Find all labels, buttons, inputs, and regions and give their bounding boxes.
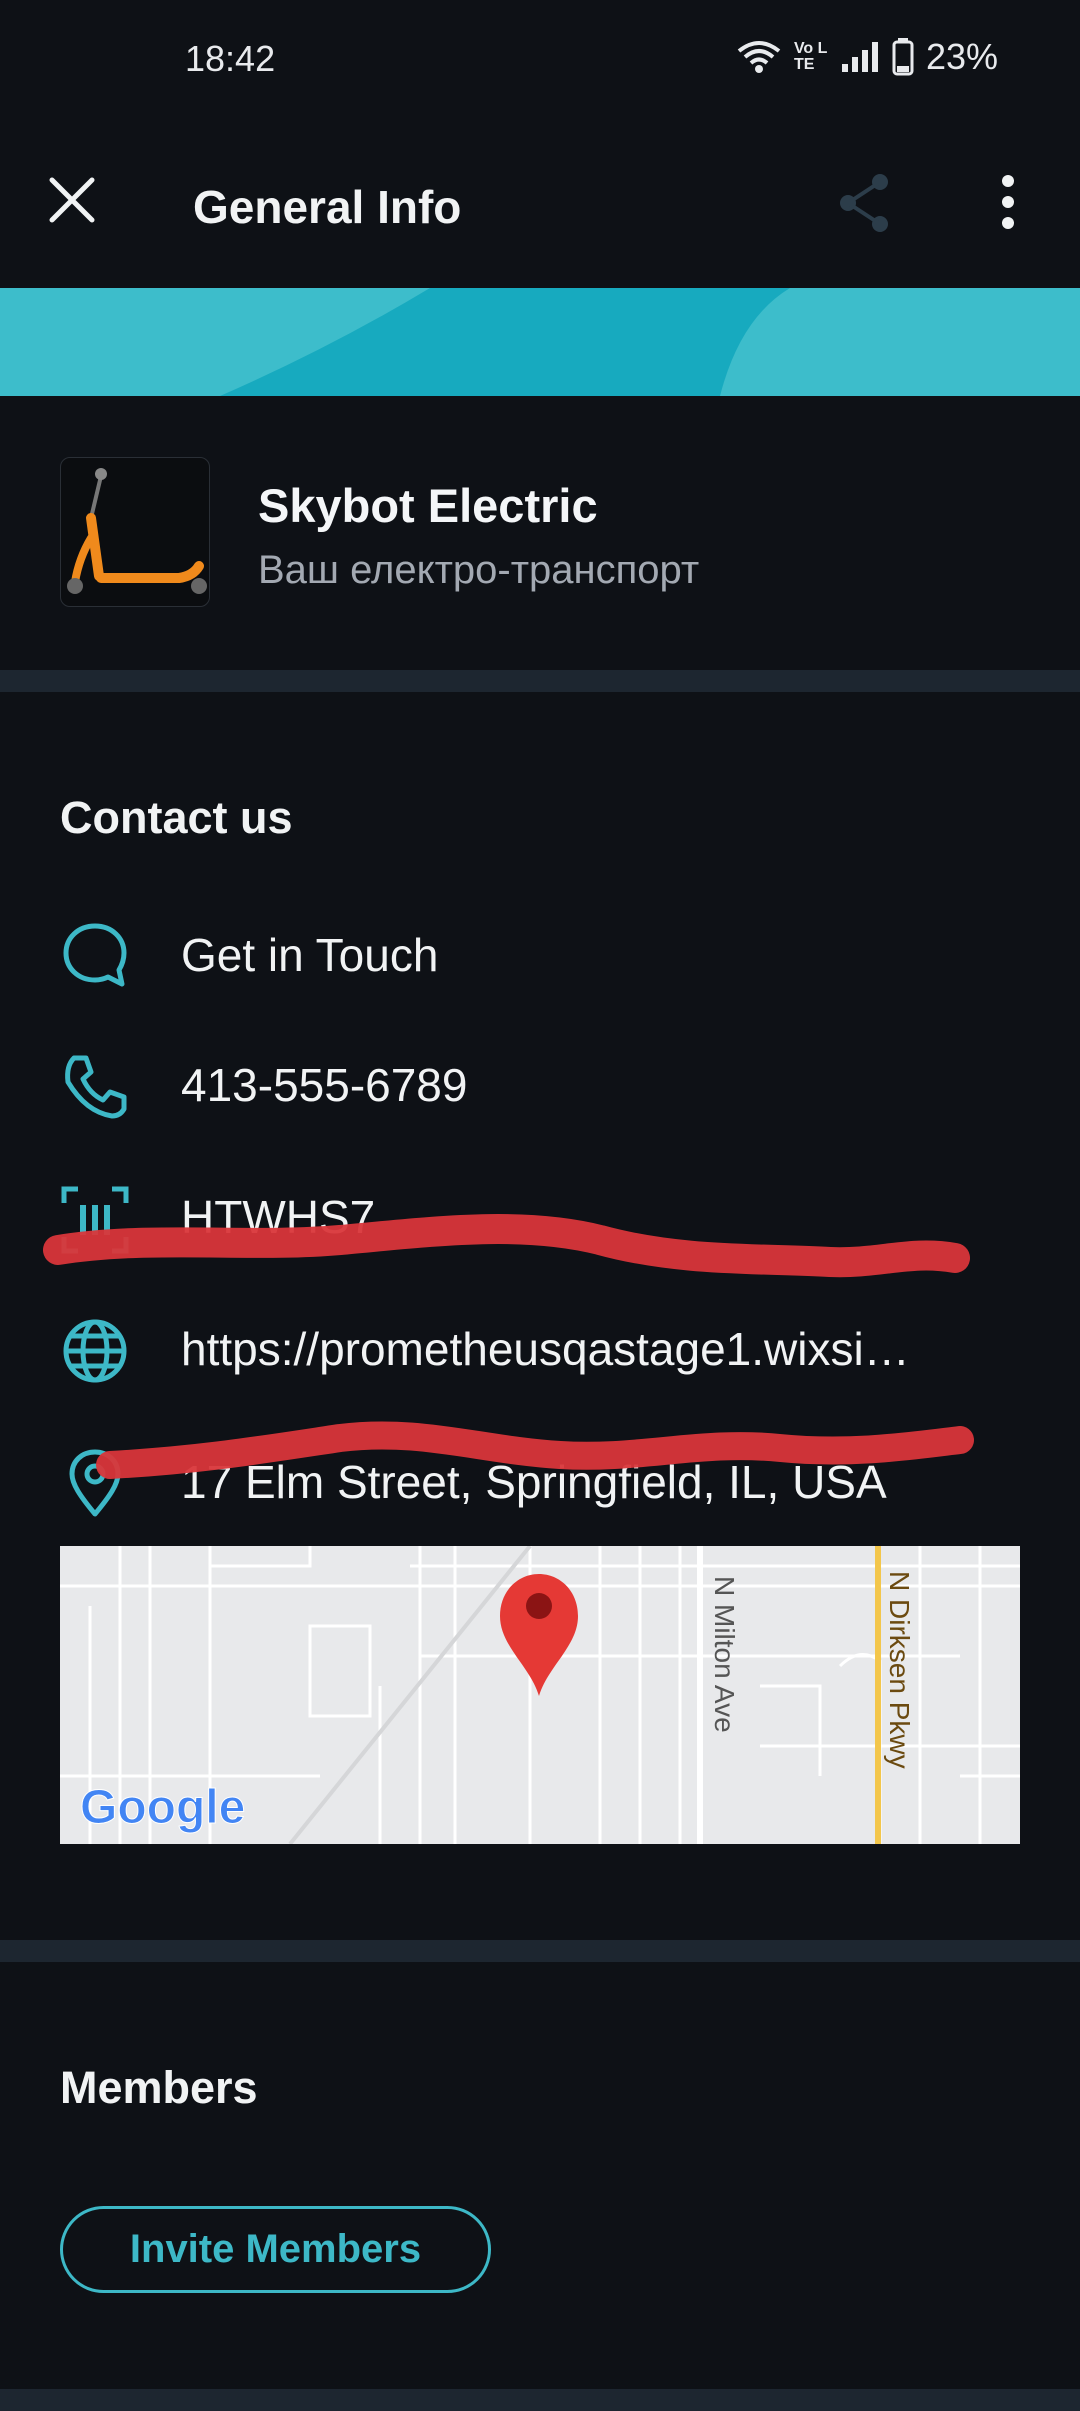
- cover-banner: [0, 288, 1080, 396]
- globe-icon: [60, 1316, 130, 1386]
- battery-icon: [892, 38, 914, 76]
- members-section-title: Members: [60, 2062, 258, 2113]
- invite-members-button[interactable]: Invite Members: [60, 2206, 491, 2293]
- google-logo: Google: [80, 1781, 245, 1834]
- contact-section-title: Contact us: [60, 792, 293, 843]
- status-icons: Vo LTE 23%: [736, 36, 998, 78]
- business-logo: [60, 457, 210, 607]
- map-street-label: N Milton Ave: [709, 1576, 740, 1733]
- wifi-icon: [736, 39, 782, 75]
- more-options-button[interactable]: [990, 172, 1026, 232]
- phone-number-link[interactable]: 413-555-6789: [181, 1058, 467, 1112]
- get-in-touch-link[interactable]: Get in Touch: [181, 928, 438, 982]
- close-button[interactable]: [44, 172, 100, 228]
- share-button[interactable]: [836, 172, 892, 234]
- page-title: General Info: [193, 181, 462, 233]
- section-divider: [0, 1940, 1080, 1962]
- scooter-logo: [67, 468, 207, 594]
- status-time: 18:42: [185, 38, 276, 79]
- section-divider: [0, 670, 1080, 692]
- business-tagline: Ваш електро-транспорт: [258, 548, 700, 592]
- map-street-label: N Dirksen Pkwy: [884, 1571, 915, 1769]
- battery-level: 23%: [925, 36, 998, 77]
- signal-icon: [840, 40, 880, 74]
- more-vertical-icon: [1002, 175, 1014, 229]
- location-pin-icon: [60, 1448, 130, 1518]
- website-link[interactable]: https://prometheusqastage1.wixsi…: [181, 1322, 910, 1376]
- section-divider: [0, 2389, 1080, 2411]
- volte-label: Vo LTE: [793, 40, 828, 73]
- address-link[interactable]: 17 Elm Street, Springfield, IL, USA: [181, 1455, 887, 1509]
- site-code: HTWHS7: [181, 1191, 376, 1243]
- close-icon: [49, 177, 95, 223]
- scan-code-icon: [60, 1185, 130, 1255]
- volte-icon: Vo LTE: [794, 41, 828, 73]
- share-icon: [840, 174, 888, 232]
- location-map[interactable]: N Milton Ave N Dirksen Pkwy Google: [60, 1546, 1020, 1844]
- chat-bubble-icon: [60, 920, 130, 990]
- phone-icon: [60, 1052, 130, 1122]
- business-name: Skybot Electric: [258, 479, 598, 532]
